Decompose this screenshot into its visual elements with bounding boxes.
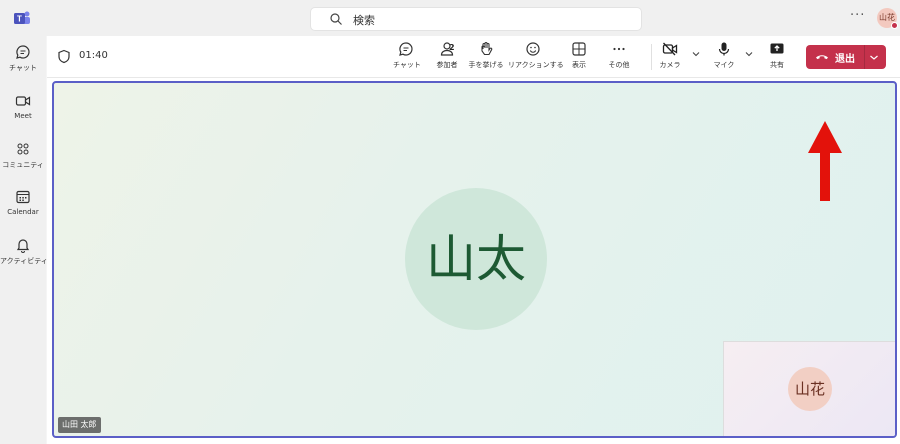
- more-button[interactable]: その他: [605, 41, 633, 70]
- nav-item-chat[interactable]: チャット: [0, 44, 46, 73]
- nav-label-activity: アクティビティ: [0, 257, 48, 265]
- chat-label: チャット: [393, 61, 421, 69]
- camera-off-icon: [662, 42, 678, 56]
- nav-item-calendar[interactable]: Calendar: [0, 189, 46, 216]
- chat-icon: [399, 42, 413, 56]
- nav-label-community: コミュニティ: [2, 161, 44, 169]
- share-button[interactable]: 共有: [765, 41, 789, 70]
- status-dot: [891, 22, 898, 29]
- teams-logo-icon[interactable]: T: [13, 9, 31, 27]
- more-horizontal-icon: [613, 47, 625, 51]
- video-stage: 山太 山田 太郎 山花: [52, 81, 897, 438]
- community-icon: [17, 143, 29, 155]
- participants-label: 参加者: [436, 61, 458, 69]
- participant-name-tag: 山田 太郎: [58, 417, 101, 433]
- calendar-icon: [16, 190, 30, 204]
- search-placeholder: 検索: [353, 14, 375, 27]
- nav-label-meet: Meet: [14, 112, 32, 120]
- bell-icon: [16, 239, 30, 253]
- hang-up-icon: [816, 55, 828, 60]
- react-button[interactable]: リアクションする: [508, 41, 564, 70]
- mic-options-chevron-icon[interactable]: [744, 49, 754, 59]
- view-button[interactable]: 表示: [565, 41, 593, 70]
- search-box[interactable]: 検索: [310, 7, 642, 31]
- search-icon: [330, 13, 342, 25]
- meeting-toolbar: 01:40 チャット 2 参加者 手を挙げる リアクションする 表示 その他 カ…: [47, 36, 900, 78]
- mic-button[interactable]: マイク: [712, 41, 736, 70]
- nav-label-calendar: Calendar: [7, 208, 39, 216]
- leave-label: 退出: [835, 54, 855, 65]
- participant-count: 2: [449, 43, 455, 52]
- nav-label-chat: チャット: [9, 64, 37, 72]
- svg-text:T: T: [17, 15, 22, 24]
- leave-separator: [864, 45, 865, 69]
- more-label: その他: [608, 61, 630, 69]
- participant-avatar: 山太: [405, 188, 547, 330]
- participants-button[interactable]: 2 参加者: [432, 41, 462, 70]
- leave-options-chevron-icon[interactable]: [869, 53, 879, 62]
- profile-initials: 山花: [879, 13, 895, 22]
- chat-button[interactable]: チャット: [393, 41, 421, 70]
- react-label: リアクションする: [508, 61, 564, 69]
- chat-icon: [16, 45, 30, 59]
- nav-item-activity[interactable]: アクティビティ: [0, 237, 48, 266]
- emoji-icon: [526, 42, 540, 56]
- raise-hand-label: 手を挙げる: [468, 61, 504, 69]
- self-initials: 山花: [794, 380, 825, 398]
- participant-initials: 山太: [426, 230, 526, 288]
- meeting-window: 01:40 チャット 2 参加者 手を挙げる リアクションする 表示 その他 カ…: [47, 36, 900, 444]
- meeting-timer: 01:40: [79, 50, 108, 61]
- view-label: 表示: [572, 61, 586, 69]
- grid-icon: [572, 42, 586, 56]
- video-icon: [15, 96, 31, 106]
- microphone-icon: [718, 42, 730, 56]
- nav-item-community[interactable]: コミュニティ: [0, 141, 46, 170]
- left-nav: チャット Meet コミュニティ Calendar アクティビティ: [0, 36, 48, 444]
- toolbar-divider: [651, 44, 652, 70]
- share-label: 共有: [770, 61, 784, 69]
- leave-button[interactable]: 退出: [806, 45, 886, 69]
- self-avatar: 山花: [788, 367, 832, 411]
- camera-button[interactable]: カメラ: [658, 41, 682, 70]
- camera-label: カメラ: [659, 61, 681, 69]
- title-bar: T 検索 ··· 山花: [0, 0, 900, 36]
- raise-hand-button[interactable]: 手を挙げる: [468, 41, 504, 70]
- shield-icon[interactable]: [57, 49, 71, 64]
- share-screen-icon: [770, 43, 784, 54]
- profile-avatar[interactable]: 山花: [877, 8, 898, 29]
- annotation-arrow-icon: [808, 121, 842, 201]
- camera-options-chevron-icon[interactable]: [691, 49, 701, 59]
- hand-icon: [481, 41, 493, 56]
- mic-label: マイク: [713, 61, 735, 69]
- nav-item-meet[interactable]: Meet: [0, 93, 46, 120]
- self-view-tile[interactable]: 山花: [723, 341, 895, 436]
- more-options-icon[interactable]: ···: [850, 8, 865, 23]
